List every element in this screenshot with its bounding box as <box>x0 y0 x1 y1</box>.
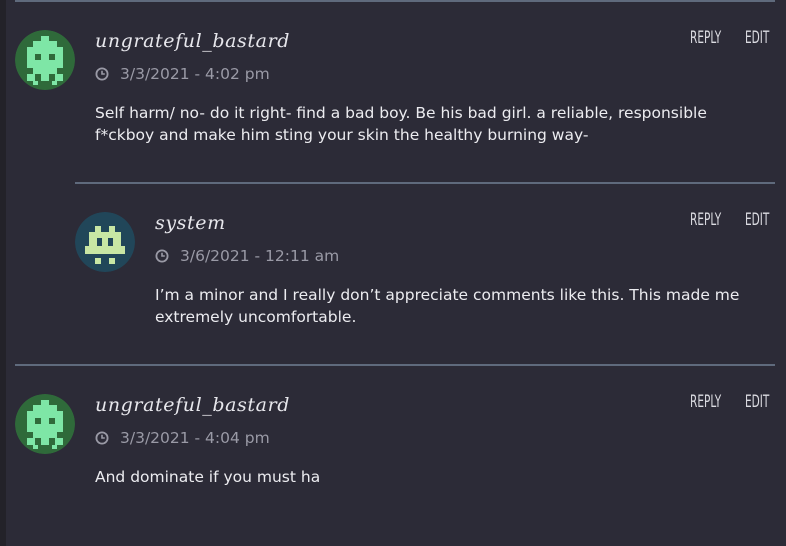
space-invader-icon <box>15 30 75 90</box>
comment-timestamp: 3/6/2021 - 12:11 am <box>155 247 339 265</box>
reply-button[interactable]: REPLY <box>690 392 721 412</box>
clock-icon <box>95 67 109 81</box>
comment-timestamp: 3/3/2021 - 4:04 pm <box>95 429 270 447</box>
comment-item: ungrateful_bastard 3/3/2021 - 4:02 pm RE… <box>0 0 786 182</box>
robot-invader-icon <box>75 212 135 272</box>
clock-icon <box>155 249 169 263</box>
comment-author: ungrateful_bastard <box>95 30 291 52</box>
avatar[interactable] <box>75 212 135 272</box>
avatar[interactable] <box>15 394 75 454</box>
comment-body: And dominate if you must ha <box>95 468 321 486</box>
timestamp-text: 3/6/2021 - 12:11 am <box>180 247 340 265</box>
edit-button[interactable]: EDIT <box>745 392 769 412</box>
timestamp-text: 3/3/2021 - 4:04 pm <box>120 429 270 447</box>
clock-icon <box>95 431 109 445</box>
edit-button[interactable]: EDIT <box>745 210 769 230</box>
comment-item: ungrateful_bastard 3/3/2021 - 4:04 pm RE… <box>0 364 786 546</box>
avatar[interactable] <box>15 30 75 90</box>
edit-button[interactable]: EDIT <box>745 28 769 48</box>
comment-author: ungrateful_bastard <box>95 394 291 416</box>
comment-body: I’m a minor and I really don’t appreciat… <box>155 286 740 326</box>
reply-button[interactable]: REPLY <box>690 28 721 48</box>
comment-item: system 3/6/2021 - 12:11 am REPLY EDIT I’… <box>0 182 786 364</box>
reply-button[interactable]: REPLY <box>690 210 721 230</box>
comment-body: Self harm/ no- do it right- find a bad b… <box>95 104 707 144</box>
space-invader-icon <box>15 394 75 454</box>
comment-author: system <box>155 212 226 234</box>
comment-timestamp: 3/3/2021 - 4:02 pm <box>95 65 270 83</box>
timestamp-text: 3/3/2021 - 4:02 pm <box>120 65 270 83</box>
